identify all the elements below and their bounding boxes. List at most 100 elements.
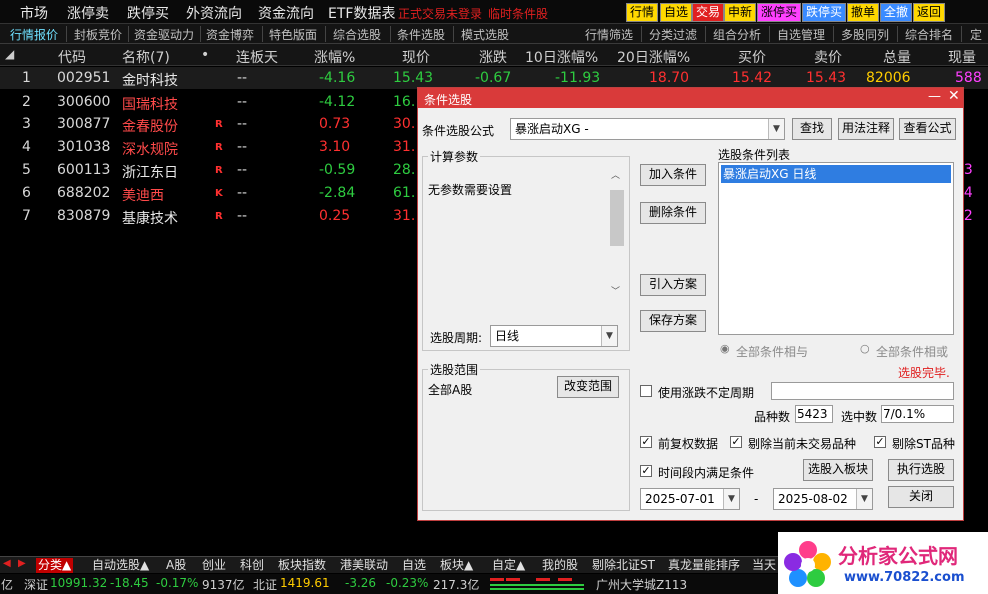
time-range-checkbox[interactable]: ✓ bbox=[640, 465, 652, 477]
usage-note-button[interactable]: 用法注释 bbox=[838, 118, 894, 140]
menu-foreign-flow[interactable]: 外资流向 bbox=[186, 3, 242, 23]
sort-toggle-icon[interactable]: ◢ bbox=[5, 47, 14, 61]
tab-combo-analysis[interactable]: 组合分析 bbox=[713, 26, 761, 43]
tab-seal-bid[interactable]: 封板竞价 bbox=[74, 26, 122, 43]
cancel-all-button[interactable]: 全撤 bbox=[880, 3, 913, 22]
col-change-pct[interactable]: 涨幅% bbox=[314, 47, 355, 67]
tab-composite-pick[interactable]: 综合选股 bbox=[333, 26, 381, 43]
save-plan-button[interactable]: 保存方案 bbox=[640, 310, 706, 332]
limit-down-buy-button[interactable]: 跌停买 bbox=[802, 3, 847, 22]
scroll-right-icon[interactable]: ▶ bbox=[18, 558, 26, 569]
radio-and-icon[interactable]: ◉ bbox=[720, 342, 730, 355]
bottom-tab[interactable]: 创业 bbox=[200, 558, 228, 573]
chevron-down-icon[interactable]: ▼ bbox=[856, 489, 872, 509]
bottom-tab[interactable]: 我的股 bbox=[540, 558, 580, 573]
trade-button[interactable]: 交易 bbox=[692, 3, 725, 22]
tab-multi-stock[interactable]: 多股同列 bbox=[841, 26, 889, 43]
menu-limit-up-sell[interactable]: 涨停卖 bbox=[67, 3, 109, 23]
date-to-input[interactable]: 2025-08-02 ▼ bbox=[773, 488, 873, 510]
condition-list[interactable]: 暴涨启动XG 日线 bbox=[718, 162, 954, 335]
bottom-tab[interactable]: 港美联动 bbox=[338, 558, 390, 573]
quote-button[interactable]: 行情 bbox=[626, 3, 659, 22]
radio-or-icon[interactable]: ○ bbox=[860, 342, 870, 355]
col-code[interactable]: 代码 bbox=[58, 47, 86, 67]
view-formula-button[interactable]: 查看公式 bbox=[899, 118, 956, 140]
minimize-icon[interactable]: — bbox=[928, 89, 941, 104]
tab-composite-rank[interactable]: 综合排名 bbox=[905, 26, 953, 43]
dialog-title: 条件选股 bbox=[424, 93, 473, 107]
tab-category-filter[interactable]: 分类过滤 bbox=[649, 26, 697, 43]
stock-code: 600113 bbox=[57, 162, 111, 178]
stock-code: 830879 bbox=[57, 208, 111, 224]
fuquan-checkbox[interactable]: ✓ bbox=[640, 436, 652, 448]
back-button[interactable]: 返回 bbox=[913, 3, 946, 22]
tab-condition-pick[interactable]: 条件选股 bbox=[397, 26, 445, 43]
col-bid[interactable]: 买价 bbox=[738, 47, 766, 67]
scroll-left-icon[interactable]: ◀ bbox=[3, 558, 11, 569]
formula-select[interactable]: 暴涨启动XG - ▼ bbox=[510, 118, 785, 140]
bottom-tab[interactable]: 自动选股▲ bbox=[90, 558, 151, 573]
chevron-down-icon[interactable]: ▼ bbox=[601, 326, 617, 346]
watchlist-button[interactable]: 自选 bbox=[660, 3, 693, 22]
change-pct-value: 0.25 bbox=[319, 208, 351, 224]
col-ask[interactable]: 卖价 bbox=[814, 47, 842, 67]
limit-up-buy-button[interactable]: 涨停买 bbox=[757, 3, 802, 22]
col-name[interactable]: 名称(7) bbox=[122, 47, 170, 67]
date-from-input[interactable]: 2025-07-01 ▼ bbox=[640, 488, 740, 510]
bottom-tab[interactable]: 分类▲ bbox=[36, 558, 74, 573]
col-cur-volume[interactable]: 现量 bbox=[948, 47, 976, 67]
bottom-tab[interactable]: 自定▲ bbox=[490, 558, 527, 573]
col-price[interactable]: 现价 bbox=[402, 47, 430, 67]
change-pct-value: 3.10 bbox=[319, 139, 351, 155]
exclude-untraded-checkbox[interactable]: ✓ bbox=[730, 436, 742, 448]
tab-more[interactable]: 定 bbox=[970, 26, 982, 43]
import-plan-button[interactable]: 引入方案 bbox=[640, 274, 706, 296]
bottom-tab[interactable]: 剔除北证ST bbox=[590, 558, 657, 573]
close-button[interactable]: 关闭 bbox=[888, 486, 954, 508]
bottom-tab[interactable]: 当天 bbox=[750, 558, 778, 573]
tab-watchlist-manage[interactable]: 自选管理 bbox=[777, 26, 825, 43]
to-block-button[interactable]: 选股入板块 bbox=[803, 459, 873, 481]
cancel-order-button[interactable]: 撤单 bbox=[847, 3, 880, 22]
bottom-tab[interactable]: 自选 bbox=[400, 558, 428, 573]
exclude-st-checkbox[interactable]: ✓ bbox=[874, 436, 886, 448]
change-range-button[interactable]: 改变范围 bbox=[557, 376, 619, 398]
close-icon[interactable]: ✕ bbox=[948, 88, 960, 104]
tab-fund-driver[interactable]: 资金驱动力 bbox=[134, 26, 194, 43]
find-button[interactable]: 查找 bbox=[792, 118, 832, 140]
irregular-period-label: 使用涨跌不定周期 bbox=[658, 386, 755, 400]
bottom-tab[interactable]: 科创 bbox=[238, 558, 266, 573]
ipo-button[interactable]: 申新 bbox=[724, 3, 757, 22]
delete-condition-button[interactable]: 删除条件 bbox=[640, 202, 706, 224]
bottom-tab[interactable]: 真龙量能排序 bbox=[666, 558, 742, 573]
col-lianban[interactable]: 连板天 bbox=[236, 47, 278, 67]
col-10d-change[interactable]: 10日涨幅% bbox=[525, 47, 598, 67]
col-20d-change[interactable]: 20日涨幅% bbox=[617, 47, 690, 67]
chevron-down-icon[interactable]: ▼ bbox=[723, 489, 739, 509]
condition-list-item[interactable]: 暴涨启动XG 日线 bbox=[721, 165, 951, 183]
menu-limit-down-buy[interactable]: 跌停买 bbox=[127, 3, 169, 23]
irregular-period-checkbox[interactable] bbox=[640, 385, 652, 397]
bottom-tab[interactable]: A股 bbox=[164, 558, 188, 573]
dialog-title-bar[interactable]: 条件选股 — ✕ bbox=[418, 88, 963, 108]
tab-quote-filter[interactable]: 行情筛选 bbox=[585, 26, 633, 43]
tab-quotes[interactable]: 行情报价 bbox=[10, 26, 58, 43]
tab-pattern-pick[interactable]: 模式选股 bbox=[461, 26, 509, 43]
irregular-period-input[interactable] bbox=[771, 382, 954, 400]
bottom-tab[interactable]: 板块指数 bbox=[276, 558, 328, 573]
execute-pick-button[interactable]: 执行选股 bbox=[888, 459, 954, 481]
col-change[interactable]: 涨跌 bbox=[479, 47, 507, 67]
bottom-tab[interactable]: 板块▲ bbox=[438, 558, 475, 573]
col-dot[interactable]: • bbox=[201, 47, 209, 63]
menu-etf-table[interactable]: ETF数据表 bbox=[328, 3, 395, 23]
tab-special-layout[interactable]: 特色版面 bbox=[269, 26, 317, 43]
params-scrollbar[interactable]: ︿ ﹀ bbox=[609, 168, 625, 298]
period-select[interactable]: 日线 ▼ bbox=[490, 325, 618, 347]
menu-market[interactable]: 市场 bbox=[20, 3, 48, 23]
tab-fund-game[interactable]: 资金博弈 bbox=[206, 26, 254, 43]
table-row[interactable]: 1 002951 金时科技 -- -4.16 15.43 -0.67 -11.93 18.70 1… bbox=[0, 67, 988, 89]
chevron-down-icon[interactable]: ▼ bbox=[768, 119, 784, 139]
col-volume[interactable]: 总量 bbox=[883, 47, 911, 67]
add-condition-button[interactable]: 加入条件 bbox=[640, 164, 706, 186]
menu-fund-flow[interactable]: 资金流向 bbox=[258, 3, 314, 23]
